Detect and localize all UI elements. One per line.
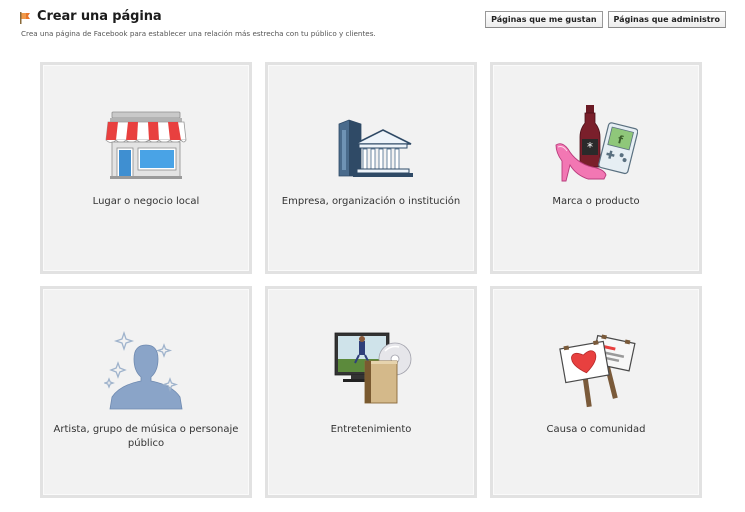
products-icon: * f — [493, 103, 699, 187]
admin-pages-button[interactable]: Páginas que administro — [607, 11, 726, 28]
category-card-company[interactable]: Empresa, organización o institución — [265, 62, 477, 274]
category-card-cause[interactable]: Causa o comunidad — [490, 286, 702, 498]
category-label: Causa o comunidad — [546, 424, 646, 435]
page-subtitle: Crea una página de Facebook para estable… — [21, 29, 376, 38]
top-buttons: Páginas que me gustan Páginas que admini… — [485, 11, 726, 28]
category-grid: Lugar o negocio local Empresa, organizac… — [40, 62, 704, 500]
category-label: Artista, grupo de música o personaje púb… — [53, 424, 239, 449]
category-card-artist[interactable]: Artista, grupo de música o personaje púb… — [40, 286, 252, 498]
artist-silhouette-icon — [43, 327, 249, 411]
category-label: Entretenimiento — [330, 424, 412, 435]
category-label: Marca o producto — [552, 196, 640, 207]
storefront-icon — [43, 103, 249, 187]
buildings-icon — [268, 103, 474, 187]
liked-pages-button[interactable]: Páginas que me gustan — [485, 11, 603, 28]
protest-signs-icon — [493, 327, 699, 411]
category-card-local-business[interactable]: Lugar o negocio local — [40, 62, 252, 274]
entertainment-icon — [268, 327, 474, 411]
category-card-brand[interactable]: * f Marca o producto — [490, 62, 702, 274]
category-label: Empresa, organización o institución — [281, 196, 461, 207]
category-label: Lugar o negocio local — [92, 196, 200, 207]
flag-icon — [18, 10, 32, 24]
page-title: Crear una página — [37, 9, 162, 24]
svg-text:*: * — [587, 140, 593, 154]
category-card-entertainment[interactable]: Entretenimiento — [265, 286, 477, 498]
